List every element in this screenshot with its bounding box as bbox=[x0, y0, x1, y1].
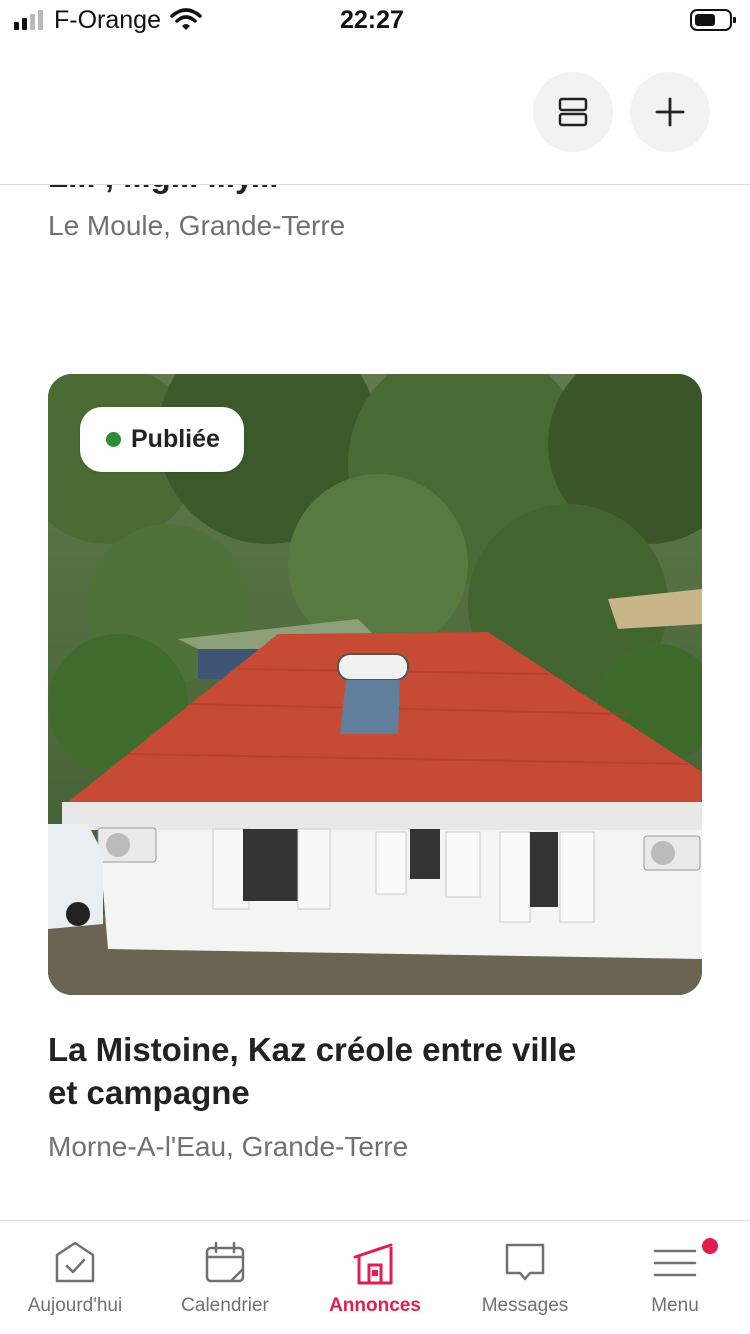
calendar-icon bbox=[205, 1241, 245, 1283]
signal-icon bbox=[14, 10, 43, 30]
home-listings-icon bbox=[353, 1243, 393, 1285]
view-toggle-icon bbox=[558, 97, 588, 127]
today-check-icon bbox=[55, 1241, 95, 1283]
listing-title[interactable]: La Mistoine, Kaz créole entre ville et c… bbox=[48, 1028, 608, 1114]
wifi-icon bbox=[170, 8, 202, 30]
tab-calendar-label: Calendrier bbox=[181, 1295, 269, 1316]
clock: 22:27 bbox=[340, 6, 404, 34]
tab-menu[interactable]: Menu bbox=[600, 1221, 750, 1334]
tab-listings-label: Annonces bbox=[329, 1295, 421, 1316]
menu-notification-badge bbox=[702, 1238, 718, 1254]
tab-calendar[interactable]: Calendrier bbox=[150, 1221, 300, 1334]
view-toggle-button[interactable] bbox=[533, 72, 613, 152]
tab-today-label: Aujourd'hui bbox=[27, 1295, 123, 1316]
status-dot-icon bbox=[106, 432, 121, 447]
tab-messages-label: Messages bbox=[481, 1295, 569, 1316]
status-bar: F-Orange 22:27 bbox=[0, 0, 750, 40]
previous-listing-title[interactable]: L... , ...g... ...y... bbox=[48, 185, 278, 195]
plus-icon bbox=[655, 97, 685, 127]
message-icon bbox=[505, 1243, 545, 1281]
previous-listing-location: Le Moule, Grande-Terre bbox=[48, 210, 346, 241]
bottom-tab-bar: Aujourd'hui Calendrier Annonces Messages… bbox=[0, 1220, 750, 1334]
listing-status-badge: Publiée bbox=[80, 407, 244, 472]
tab-menu-label: Menu bbox=[651, 1295, 699, 1316]
listings-scroll[interactable]: L... , ...g... ...y... Le Moule, Grande-… bbox=[0, 185, 750, 1220]
tab-today[interactable]: Aujourd'hui bbox=[0, 1221, 150, 1334]
battery-icon bbox=[690, 9, 736, 31]
add-listing-button[interactable] bbox=[630, 72, 710, 152]
listing-location: Morne-A-l'Eau, Grande-Terre bbox=[48, 1131, 409, 1162]
carrier-name: F-Orange bbox=[54, 6, 161, 34]
status-label: Publiée bbox=[131, 425, 220, 453]
top-header bbox=[0, 40, 750, 185]
tab-listings[interactable]: Annonces bbox=[300, 1221, 450, 1334]
tab-messages[interactable]: Messages bbox=[450, 1221, 600, 1334]
menu-icon bbox=[653, 1249, 697, 1277]
